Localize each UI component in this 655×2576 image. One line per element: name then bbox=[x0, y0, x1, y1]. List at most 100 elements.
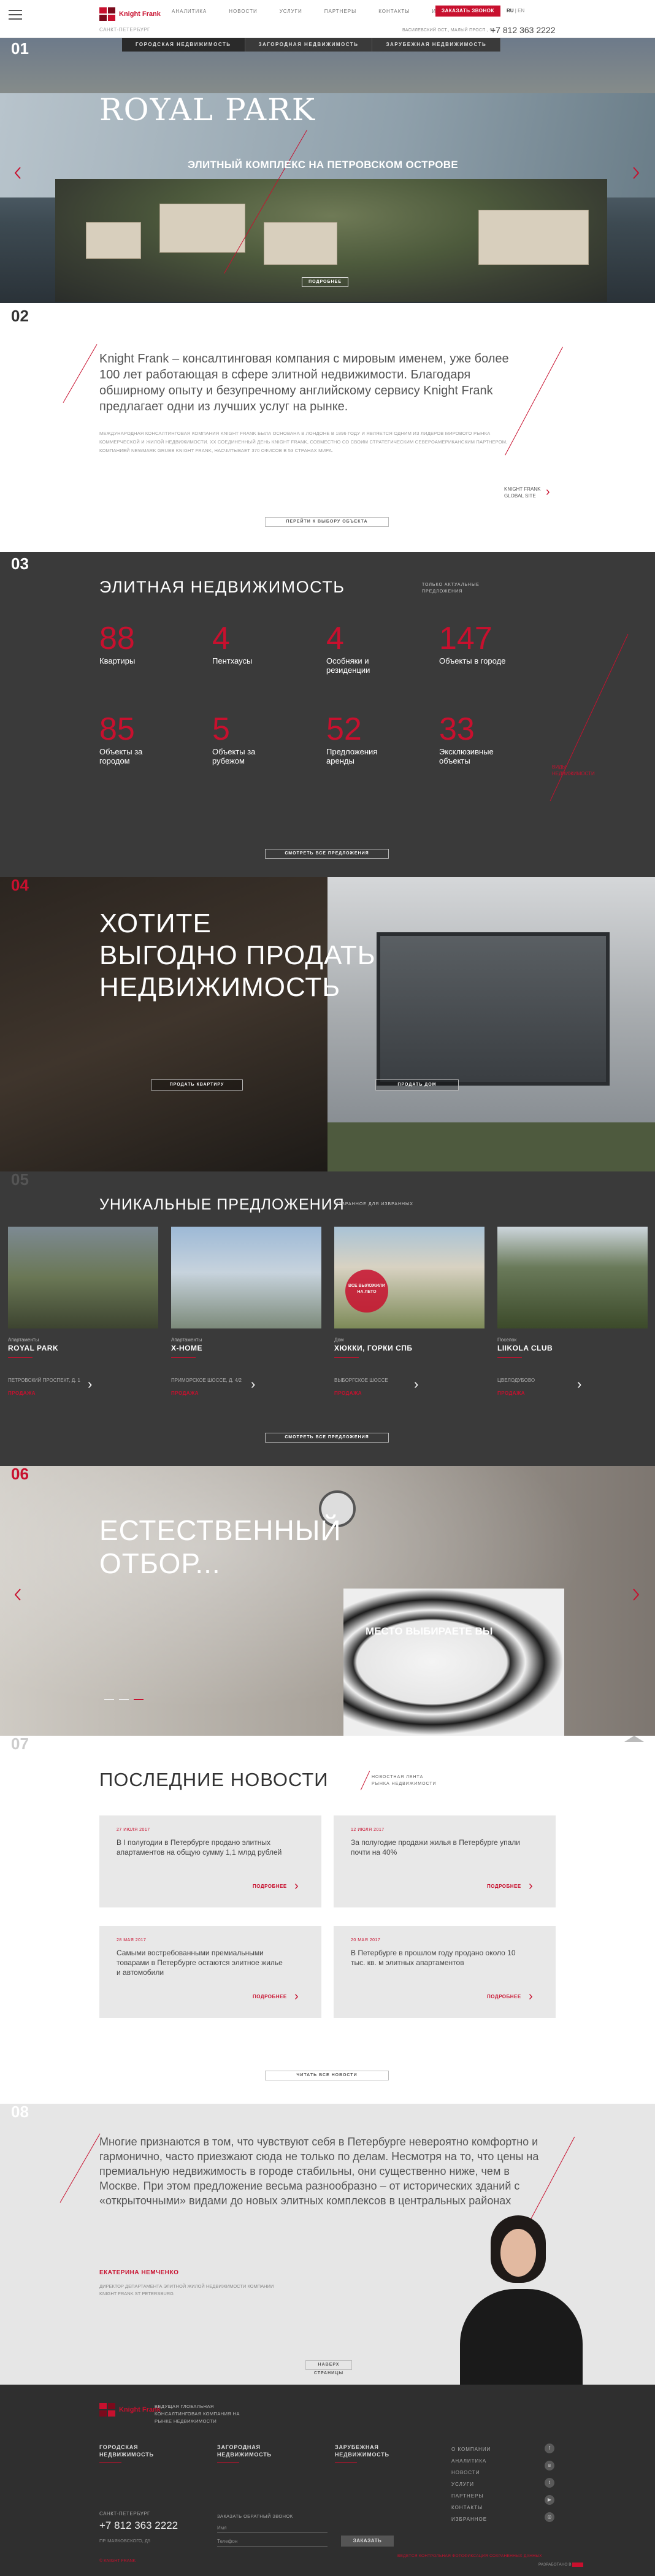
news-date: 20 МАЯ 2017 bbox=[351, 1938, 381, 1942]
natural-title: ЕСТЕСТВЕННЫЙ ОТБОР... bbox=[99, 1514, 342, 1579]
youtube-icon[interactable]: ▶ bbox=[545, 2495, 554, 2505]
slider-next-icon[interactable] bbox=[633, 167, 640, 179]
news-card[interactable]: 27 ИЮЛЯ 2017 В I полугодии в Петербурге … bbox=[99, 1815, 321, 1907]
footer-link-news[interactable]: НОВОСТИ bbox=[451, 2467, 491, 2478]
sell-apartment-button[interactable]: ПРОДАТЬ КВАРТИРУ bbox=[151, 1079, 243, 1091]
callback-submit-button[interactable]: ЗАКАЗАТЬ bbox=[341, 2536, 394, 2547]
nav-analytics[interactable]: АНАЛИТИКА bbox=[161, 9, 218, 14]
slider-prev-icon[interactable] bbox=[14, 1589, 21, 1601]
news-card[interactable]: 28 МАЯ 2017 Самыми востребованными преми… bbox=[99, 1926, 321, 2018]
stat-city[interactable]: 147 Объекты в городе bbox=[439, 621, 537, 665]
nav-news[interactable]: НОВОСТИ bbox=[218, 9, 268, 14]
stat-abroad[interactable]: 5 Объекты за рубежом bbox=[212, 711, 310, 765]
lang-en[interactable]: EN bbox=[518, 8, 524, 13]
footer-policy[interactable]: ВЕДЕТСЯ КОНТРОЛЬНАЯ ФОТОФИКСАЦИЯ СОХРАНЕ… bbox=[397, 2554, 542, 2558]
footer: Knight Frank ВЕДУЩАЯ ГЛОБАЛЬНАЯ КОНСАЛТИ… bbox=[0, 2385, 655, 2576]
footer-col-city[interactable]: ГОРОДСКАЯ НЕДВИЖИМОСТЬ bbox=[99, 2444, 154, 2463]
chevron-right-icon[interactable]: › bbox=[414, 1376, 418, 1392]
news-more-link[interactable]: ПОДРОБНЕЕ bbox=[253, 1884, 287, 1889]
global-site-link[interactable]: KNIGHT FRANK GLOBAL SITE › bbox=[504, 486, 550, 499]
footer-tagline: ВЕДУЩАЯ ГЛОБАЛЬНАЯ КОНСАЛТИНГОВАЯ КОМПАН… bbox=[155, 2404, 240, 2424]
chevron-right-icon[interactable]: › bbox=[294, 1879, 299, 1893]
news-card[interactable]: 12 ИЮЛЯ 2017 За полугодие продажи жилья … bbox=[334, 1815, 556, 1907]
footer-link-about[interactable]: О КОМПАНИИ bbox=[451, 2444, 491, 2455]
sell-house-button[interactable]: ПРОДАТЬ ДОМ bbox=[375, 1079, 459, 1091]
back-to-top-button[interactable]: НАВЕРХ СТРАНИЦЫ bbox=[305, 2360, 352, 2375]
stat-penthouses[interactable]: 4 Пентхаусы bbox=[212, 621, 310, 665]
slider-dot[interactable] bbox=[134, 1699, 144, 1700]
lang-ru[interactable]: RU bbox=[507, 8, 514, 13]
unique-title: УНИКАЛЬНЫЕ ПРЕДЛОЖЕНИЯ bbox=[99, 1196, 345, 1213]
offer-type: Дом bbox=[334, 1337, 344, 1343]
tab-country[interactable]: ЗАГОРОДНАЯ НЕДВИЖИМОСТЬ bbox=[245, 38, 373, 52]
slider-prev-icon[interactable] bbox=[14, 167, 21, 179]
offer-image bbox=[8, 1227, 158, 1328]
menu-icon[interactable] bbox=[9, 10, 22, 20]
nav-services[interactable]: УСЛУГИ bbox=[269, 9, 313, 14]
logo-mark bbox=[99, 7, 115, 21]
chevron-right-icon[interactable]: › bbox=[529, 1990, 533, 2004]
news-more-link[interactable]: ПОДРОБНЕЕ bbox=[487, 1884, 521, 1889]
callback-phone-input[interactable]: Телефон bbox=[217, 2537, 328, 2547]
offer-card[interactable]: Апартаменты ROYAL PARK ПЕТРОВСКИЙ ПРОСПЕ… bbox=[8, 1227, 158, 1396]
logo[interactable]: Knight Frank bbox=[99, 7, 161, 21]
footer-logo[interactable]: Knight Frank bbox=[99, 2403, 161, 2417]
offer-card[interactable]: Апартаменты X-HOME ПРИМОРСКОЕ ШОССЕ, Д. … bbox=[171, 1227, 321, 1396]
news-more-link[interactable]: ПОДРОБНЕЕ bbox=[487, 1994, 521, 1999]
footer-link-partners[interactable]: ПАРТНЕРЫ bbox=[451, 2490, 491, 2502]
offer-card[interactable]: Поселок LIIKOLA CLUB ЦВЕЛОДУБОВО ПРОДАЖА… bbox=[497, 1227, 648, 1396]
tab-abroad[interactable]: ЗАРУБЕЖНАЯ НЕДВИЖИМОСТЬ bbox=[372, 38, 501, 52]
logo-text: Knight Frank bbox=[119, 10, 161, 18]
stat-exclusive[interactable]: 33 Эксклюзивные объекты bbox=[439, 711, 537, 765]
news-more-link[interactable]: ПОДРОБНЕЕ bbox=[253, 1994, 287, 1999]
chevron-right-icon[interactable]: › bbox=[88, 1376, 92, 1392]
chevron-right-icon[interactable]: › bbox=[251, 1376, 255, 1392]
nav-partners[interactable]: ПАРТНЕРЫ bbox=[313, 9, 367, 14]
scroll-top-icon[interactable] bbox=[624, 1736, 644, 1742]
section-number: 07 bbox=[11, 1735, 29, 1753]
vk-icon[interactable]: в bbox=[545, 2461, 554, 2471]
nav-contacts[interactable]: КОНТАКТЫ bbox=[367, 9, 421, 14]
chevron-right-icon[interactable]: › bbox=[294, 1990, 299, 2004]
stat-rent[interactable]: 52 Предложения аренды bbox=[326, 711, 424, 765]
offer-divider bbox=[171, 1357, 196, 1358]
decor-line bbox=[59, 2133, 101, 2203]
stat-country[interactable]: 85 Объекты за городом bbox=[99, 711, 197, 765]
instagram-icon[interactable]: ◎ bbox=[545, 2512, 554, 2522]
property-types-link[interactable]: ВИДЫ НЕДВИЖИМОСТИ bbox=[552, 764, 595, 777]
choose-object-button[interactable]: ПЕРЕЙТИ К ВЫБОРУ ОБЪЕКТА bbox=[265, 517, 389, 527]
footer-link-services[interactable]: УСЛУГИ bbox=[451, 2478, 491, 2490]
footer-link-favorites[interactable]: ИЗБРАННОЕ bbox=[451, 2513, 491, 2525]
stat-mansions[interactable]: 4 Особняки и резиденции bbox=[326, 621, 424, 675]
news-card[interactable]: 20 МАЯ 2017 В Петербурге в прошлом году … bbox=[334, 1926, 556, 2018]
all-unique-button[interactable]: СМОТРЕТЬ ВСЕ ПРЕДЛОЖЕНИЯ bbox=[265, 1433, 389, 1443]
chevron-right-icon[interactable]: › bbox=[577, 1376, 581, 1392]
all-news-button[interactable]: ЧИТАТЬ ВСЕ НОВОСТИ bbox=[265, 2071, 389, 2080]
footer-link-analytics[interactable]: АНАЛИТИКА bbox=[451, 2455, 491, 2467]
all-offers-button[interactable]: СМОТРЕТЬ ВСЕ ПРЕДЛОЖЕНИЯ bbox=[265, 849, 389, 859]
twitter-icon[interactable]: t bbox=[545, 2478, 554, 2488]
stat-apartments[interactable]: 88 Квартиры bbox=[99, 621, 197, 665]
slider-dot[interactable] bbox=[104, 1699, 114, 1700]
slider-next-icon[interactable] bbox=[633, 1589, 640, 1601]
offer-price: ПРОДАЖА bbox=[171, 1390, 199, 1396]
tab-city[interactable]: ГОРОДСКАЯ НЕДВИЖИМОСТЬ bbox=[122, 38, 245, 52]
facebook-icon[interactable]: f bbox=[545, 2444, 554, 2453]
offer-type: Поселок bbox=[497, 1337, 517, 1343]
offer-type: Апартаменты bbox=[171, 1337, 202, 1343]
decor-line bbox=[63, 344, 98, 403]
footer-link-contacts[interactable]: КОНТАКТЫ bbox=[451, 2502, 491, 2513]
hero-more-button[interactable]: ПОДРОБНЕЕ bbox=[302, 277, 348, 287]
footer-developer[interactable]: РАЗРАБОТАНО В bbox=[538, 2563, 584, 2567]
header-phone[interactable]: +7 812 363 2222 bbox=[491, 25, 556, 35]
footer-address: ПР. МАЯКОВСКОГО, Д5 bbox=[99, 2538, 151, 2543]
offer-card[interactable]: ВСЕ ВЫЛОЖИЛИ НА ЛЕТО Дом ХЮККИ, ГОРКИ СП… bbox=[334, 1227, 485, 1396]
footer-phone[interactable]: +7 812 363 2222 bbox=[99, 2520, 178, 2532]
call-request-button[interactable]: ЗАКАЗАТЬ ЗВОНОК bbox=[435, 6, 500, 17]
callback-name-input[interactable]: Имя bbox=[217, 2523, 328, 2533]
chevron-right-icon[interactable]: › bbox=[529, 1879, 533, 1893]
footer-col-country[interactable]: ЗАГОРОДНАЯ НЕДВИЖИМОСТЬ bbox=[217, 2444, 272, 2463]
stat-number: 4 bbox=[212, 621, 230, 656]
slider-dot[interactable] bbox=[119, 1699, 129, 1700]
footer-col-abroad[interactable]: ЗАРУБЕЖНАЯ НЕДВИЖИМОСТЬ bbox=[335, 2444, 389, 2463]
